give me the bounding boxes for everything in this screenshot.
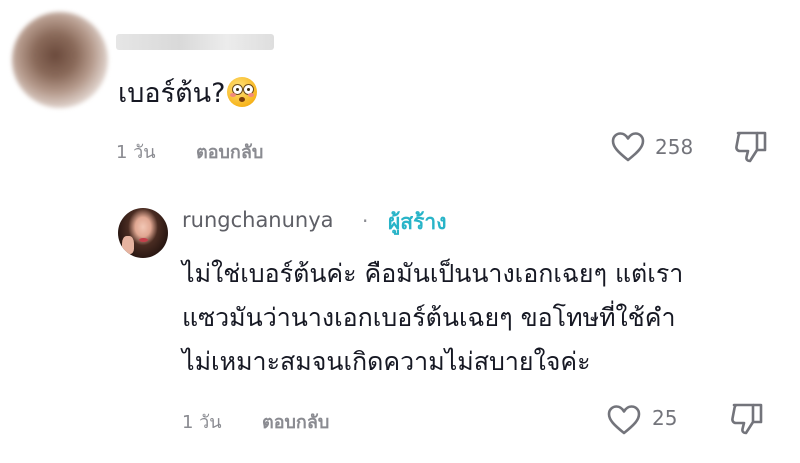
- comment-like-count: 258: [655, 135, 694, 159]
- comment-body: เบอร์ต้น?: [118, 76, 258, 112]
- reply-text-line: แซวมันว่านางเอกเบอร์ต้นเฉยๆ ขอโทษที่ใช้ค…: [182, 303, 676, 332]
- flushed-face-icon: [227, 77, 258, 107]
- creator-badge: ผู้สร้าง: [388, 210, 447, 234]
- thumbs-down-icon: [731, 403, 763, 435]
- comment-reply-button[interactable]: ตอบกลับ: [196, 137, 263, 166]
- commenter-avatar[interactable]: [12, 12, 108, 108]
- reply-separator: ·: [362, 209, 369, 233]
- comment-dislike-button[interactable]: [732, 128, 770, 166]
- heart-icon: [611, 132, 645, 162]
- reply-author-avatar[interactable]: [118, 208, 168, 258]
- reply-reply-button[interactable]: ตอบกลับ: [262, 407, 329, 436]
- comment-text: เบอร์ต้น?: [118, 78, 226, 109]
- reply-like-count: 25: [652, 406, 678, 430]
- reply-dislike-button[interactable]: [728, 400, 766, 438]
- thumbs-down-icon: [735, 131, 767, 163]
- comment-time: 1 วัน: [116, 142, 156, 163]
- heart-icon: [607, 405, 641, 435]
- reply-body: ไม่ใช่เบอร์ต้นค่ะ คือมันเป็นนางเอกเฉยๆ แ…: [182, 252, 683, 384]
- reply-text-line: ไม่ใช่เบอร์ต้นค่ะ คือมันเป็นนางเอกเฉยๆ แ…: [182, 259, 684, 288]
- reply-author-name[interactable]: rungchanunya: [182, 208, 334, 232]
- reply-like-button[interactable]: [606, 404, 642, 436]
- comment-like-button[interactable]: [610, 131, 646, 163]
- commenter-name-redacted[interactable]: [116, 34, 274, 50]
- reply-text-line: ไม่เหมาะสมจนเกิดความไม่สบายใจค่ะ: [182, 347, 591, 376]
- reply-time: 1 วัน: [182, 412, 222, 433]
